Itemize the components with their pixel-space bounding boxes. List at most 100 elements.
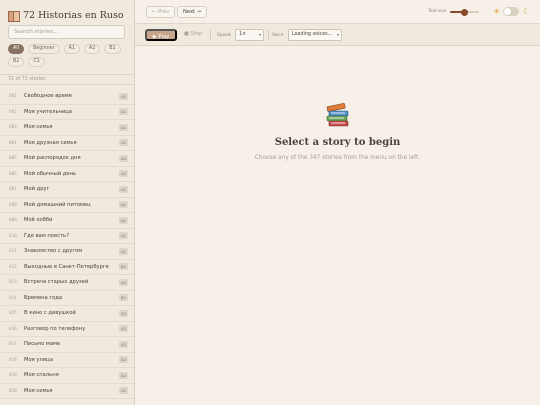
- slider-thumb[interactable]: [461, 8, 468, 16]
- story-level-badge: A1: [119, 232, 128, 239]
- level-chip-b2[interactable]: B2: [8, 57, 25, 67]
- story-count-row: 72 of 72 stories: [0, 74, 134, 85]
- story-number: 011: [9, 249, 17, 254]
- story-level-badge: A1: [119, 387, 128, 394]
- speed-select[interactable]: 1× ▾: [235, 29, 264, 41]
- divider: [210, 30, 211, 40]
- story-title: В кино с девушкой: [24, 310, 76, 316]
- story-item[interactable]: 020 Моя семья A1: [0, 384, 134, 399]
- story-item[interactable]: 007 Мой друг A1: [0, 182, 134, 198]
- search-input[interactable]: [8, 25, 125, 39]
- story-level-badge: A2: [119, 356, 128, 363]
- story-level-badge: A1: [119, 185, 128, 193]
- story-item[interactable]: 009 Моё хобби A1: [0, 213, 134, 229]
- text-size-label: Text size: [428, 9, 447, 14]
- story-number: 007: [9, 187, 17, 192]
- top-bar: ← Prev Next → Text size ☀ ☾: [135, 0, 540, 24]
- story-level-badge: A2: [119, 371, 128, 379]
- level-chip-a1[interactable]: A1: [63, 44, 80, 54]
- level-chip-all[interactable]: All: [8, 44, 24, 54]
- story-title: Моя семья: [24, 124, 53, 130]
- story-item[interactable]: 001 Свободное время A1: [0, 89, 134, 105]
- story-title: Моё хобби: [24, 217, 53, 223]
- story-number: 002: [9, 109, 17, 115]
- sidebar: 72 Historias en Ruso AllBeginnerA1A2B1B2…: [0, 0, 135, 405]
- story-title: Мой обычный день: [24, 170, 76, 177]
- book-icon: [8, 10, 20, 22]
- story-item[interactable]: 008 Мой домашний питомец A1: [0, 198, 134, 213]
- story-number: 001: [9, 94, 17, 99]
- story-level-badge: A1: [119, 139, 128, 146]
- story-level-badge: A2: [119, 309, 128, 317]
- story-item[interactable]: 018 Моя улица A2: [0, 353, 134, 368]
- speed-label: Speed: [217, 32, 231, 38]
- story-item[interactable]: 003 Моя семья A1: [0, 120, 134, 136]
- story-item[interactable]: 015 В кино с девушкой A2: [0, 306, 134, 322]
- story-item[interactable]: 017 Письмо маме A2: [0, 337, 134, 353]
- story-title: Свободное время: [24, 93, 72, 99]
- story-number: 013: [9, 280, 17, 285]
- story-title: Встреча старых друзей: [24, 279, 89, 285]
- story-number: 015: [9, 311, 17, 316]
- chevron-down-icon: ▾: [258, 32, 261, 37]
- story-number: 006: [9, 171, 17, 177]
- story-level-badge: A1: [119, 92, 128, 100]
- divider: [268, 30, 269, 40]
- next-button[interactable]: Next →: [177, 6, 208, 18]
- story-item[interactable]: 004 Моя друзная семья A1: [0, 136, 134, 151]
- story-title: Мой друг: [24, 186, 50, 192]
- story-title: Письмо маме: [24, 341, 61, 347]
- voice-label: Voice: [272, 32, 284, 38]
- theme-toggle[interactable]: [503, 7, 519, 16]
- story-item[interactable]: 002 Моя учительница A1: [0, 105, 134, 120]
- story-item[interactable]: 013 Встреча старых друзей A2: [0, 275, 134, 291]
- empty-state-subtitle: Choose any of the 347 stories from the m…: [254, 155, 421, 161]
- story-number: 018: [9, 357, 17, 363]
- story-title: Знакомство с другом: [24, 248, 83, 254]
- story-title: Где вам поесть?: [24, 232, 69, 239]
- prev-button[interactable]: ← Prev: [146, 6, 176, 18]
- story-item[interactable]: 011 Знакомство с другом A1: [0, 244, 134, 260]
- story-number: 005: [9, 156, 17, 161]
- story-item[interactable]: 016 Разговор по телефону A2: [0, 322, 134, 337]
- play-button[interactable]: ▶ Play: [145, 29, 177, 41]
- story-level-badge: B1: [119, 294, 128, 301]
- story-item[interactable]: 019 Моя спальня A2: [0, 368, 134, 384]
- level-chip-a2[interactable]: A2: [83, 44, 101, 54]
- story-item[interactable]: 014 Времена года B1: [0, 291, 134, 306]
- story-number: 009: [9, 218, 17, 223]
- story-level-badge: A1: [119, 108, 128, 115]
- voice-select[interactable]: Loading voices... ▾: [288, 29, 342, 41]
- story-title: Моя семья: [24, 387, 53, 394]
- story-title: Разговор по телефону: [24, 325, 86, 332]
- books-icon: [326, 103, 349, 127]
- story-list: 001 Свободное время A1 002 Моя учительница A1…: [0, 89, 134, 399]
- level-chip-b1[interactable]: B1: [104, 44, 121, 54]
- empty-state-title: Select a story to begin: [274, 137, 401, 148]
- story-level-badge: A1: [119, 201, 128, 208]
- story-level-badge: A2: [119, 170, 128, 177]
- story-item[interactable]: 005 Мой распорядок дня A2: [0, 151, 134, 167]
- text-size-slider[interactable]: [450, 8, 479, 16]
- stop-button[interactable]: ■ Stop: [184, 31, 202, 37]
- story-level-badge: A2: [119, 325, 128, 332]
- level-chip-beginner[interactable]: Beginner: [27, 44, 60, 54]
- story-level-badge: A1: [119, 247, 128, 255]
- story-level-badge: A1: [119, 216, 128, 224]
- story-level-badge: B1: [119, 263, 128, 270]
- story-item[interactable]: 012 Выходные в Санкт-Петербурге B1: [0, 260, 134, 275]
- story-title: Выходные в Санкт-Петербурге: [24, 263, 109, 270]
- story-title: Моя улица: [24, 356, 53, 363]
- story-number: 016: [9, 326, 17, 332]
- story-number: 020: [9, 388, 17, 394]
- story-item[interactable]: 010 Где вам поесть? A1: [0, 229, 134, 244]
- story-level-badge: A2: [119, 340, 128, 348]
- story-item[interactable]: 006 Мой обычный день A2: [0, 167, 134, 182]
- story-title: Мой домашний питомец: [24, 201, 91, 208]
- player-bar: ▶ Play ■ Stop Speed 1× ▾ Voice Loading v…: [135, 24, 540, 46]
- story-level-badge: A1: [119, 123, 128, 131]
- level-chip-c1[interactable]: C1: [28, 57, 45, 67]
- moon-icon: ☾: [522, 7, 531, 16]
- story-number: 004: [9, 140, 17, 146]
- story-title: Мой распорядок дня: [24, 155, 81, 161]
